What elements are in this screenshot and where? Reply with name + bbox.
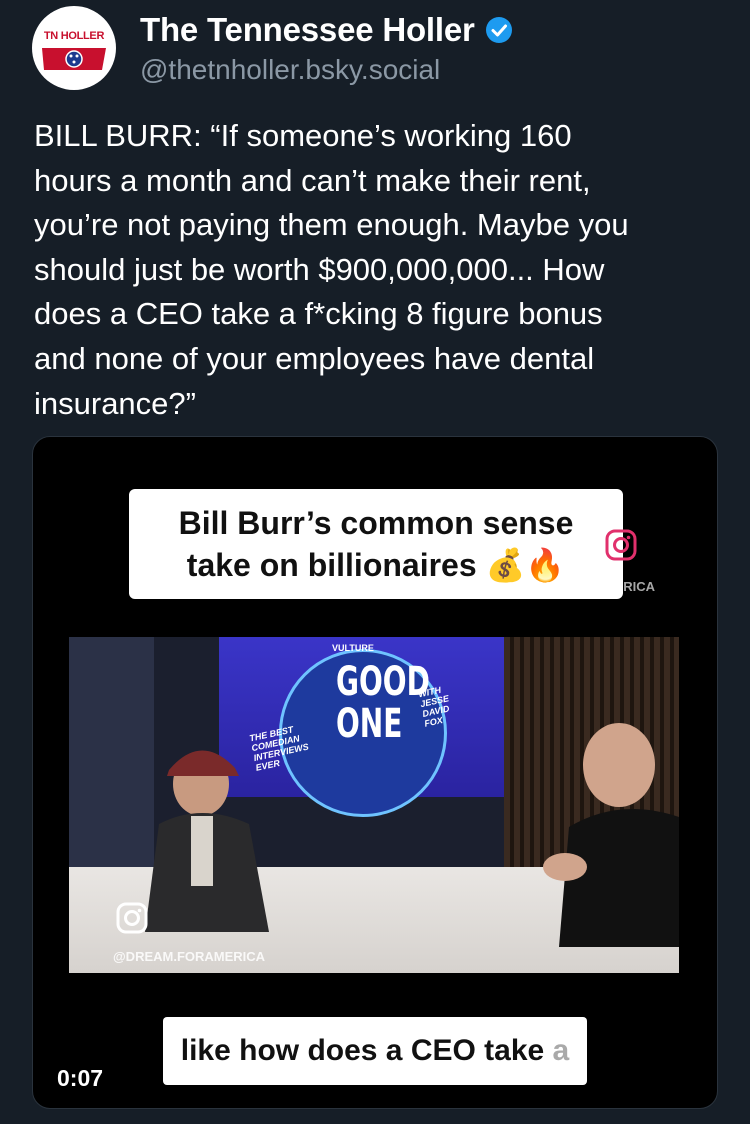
verified-check-icon bbox=[485, 17, 512, 43]
video-caption-bottom: like how does a CEO take a bbox=[163, 1017, 587, 1085]
video-player[interactable]: Bill Burr’s common sense take on billion… bbox=[32, 436, 718, 1109]
instagram-icon bbox=[605, 529, 637, 561]
watermark-bottom: @DREAM.FORAMERICA bbox=[113, 949, 266, 964]
set-title: GOOD ONE bbox=[336, 659, 430, 747]
caption-bottom-faded: a bbox=[552, 1034, 570, 1067]
author-row: The Tennessee Holler bbox=[140, 10, 513, 50]
guest-figure bbox=[543, 723, 679, 947]
author-name[interactable]: The Tennessee Holler bbox=[140, 11, 475, 49]
post-body-text: BILL BURR: “If someone’s working 160 hou… bbox=[34, 118, 629, 421]
watermark-top: @DREAM.FORAMERICA bbox=[503, 579, 656, 594]
post-header: TN HOLLER The Tennessee Holler @thetnhol… bbox=[32, 6, 722, 94]
video-timestamp: 0:07 bbox=[57, 1065, 104, 1091]
video-frame: VULTURE GOOD ONE THE BEST COMEDIAN INTER… bbox=[69, 637, 679, 973]
caption-top-line1: Bill Burr’s common sense bbox=[178, 505, 574, 541]
avatar-logo-text: TN HOLLER bbox=[43, 30, 105, 42]
author-handle[interactable]: @thetnholler.bsky.social bbox=[140, 54, 440, 86]
avatar[interactable]: TN HOLLER bbox=[32, 6, 116, 90]
caption-bottom-main: like how does a CEO take bbox=[180, 1034, 553, 1067]
interviewer-figure bbox=[145, 750, 269, 932]
set-right-text: WITH JESSE DAVID FOX bbox=[417, 684, 451, 729]
instagram-icon bbox=[116, 902, 148, 934]
tennessee-flag-icon bbox=[42, 48, 106, 70]
set-brand: VULTURE bbox=[332, 643, 374, 653]
